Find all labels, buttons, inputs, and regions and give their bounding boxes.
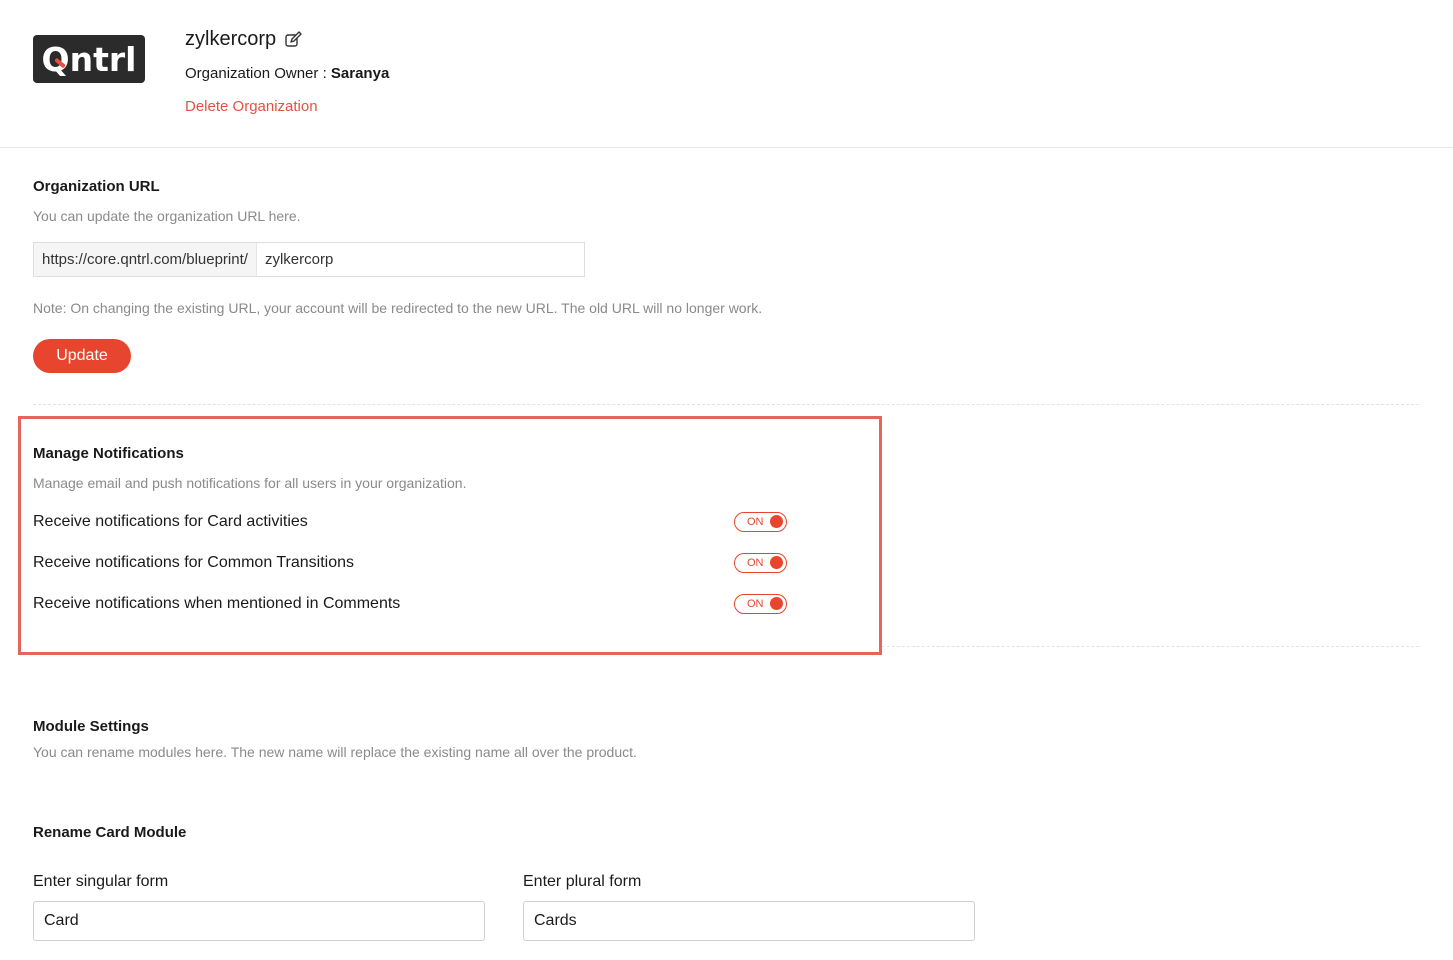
divider: [33, 404, 1419, 405]
owner-name: Saranya: [330, 65, 390, 82]
org-url-title: Organization URL: [33, 178, 160, 195]
owner-label: Organization Owner :: [185, 65, 331, 82]
plural-form-label: Enter plural form: [523, 873, 642, 890]
toggle-state: ON: [747, 516, 764, 528]
org-owner: Organization Owner : Saranya: [185, 65, 389, 82]
org-name: zylkercorp: [185, 28, 277, 50]
toggle-card-activities[interactable]: ON: [734, 512, 787, 532]
notifications-title: Manage Notifications: [33, 445, 184, 462]
toggle-common-transitions[interactable]: ON: [734, 553, 787, 573]
notif-label-card-activities: Receive notifications for Card activitie…: [33, 513, 308, 530]
notif-label-mentioned-comments: Receive notifications when mentioned in …: [33, 595, 401, 612]
org-header: Qntrl zylkercorp Organization Owner : Sa…: [0, 0, 1453, 148]
notifications-description: Manage email and push notifications for …: [33, 475, 467, 491]
notif-label-common-transitions: Receive notifications for Common Transit…: [33, 554, 355, 571]
toggle-knob: [770, 556, 783, 569]
rename-card-module-title: Rename Card Module: [33, 824, 187, 841]
plural-form-input[interactable]: [523, 901, 975, 941]
module-settings-title: Module Settings: [33, 718, 149, 735]
org-url-note: Note: On changing the existing URL, your…: [33, 300, 763, 316]
toggle-knob: [770, 515, 783, 528]
qntrl-logo: Qntrl: [33, 35, 145, 83]
toggle-mentioned-comments[interactable]: ON: [734, 594, 787, 614]
delete-organization-link[interactable]: Delete Organization: [185, 98, 318, 115]
toggle-state: ON: [747, 557, 764, 569]
module-settings-description: You can rename modules here. The new nam…: [33, 744, 637, 760]
url-prefix: https://core.qntrl.com/blueprint/: [34, 243, 257, 276]
toggle-knob: [770, 597, 783, 610]
update-button[interactable]: Update: [33, 339, 131, 373]
singular-form-label: Enter singular form: [33, 873, 169, 890]
edit-icon[interactable]: [284, 31, 302, 49]
org-url-description: You can update the organization URL here…: [33, 208, 301, 224]
org-url-field: https://core.qntrl.com/blueprint/: [33, 242, 585, 277]
url-slug-input[interactable]: [256, 243, 584, 276]
singular-form-input[interactable]: [33, 901, 485, 941]
toggle-state: ON: [747, 598, 764, 610]
